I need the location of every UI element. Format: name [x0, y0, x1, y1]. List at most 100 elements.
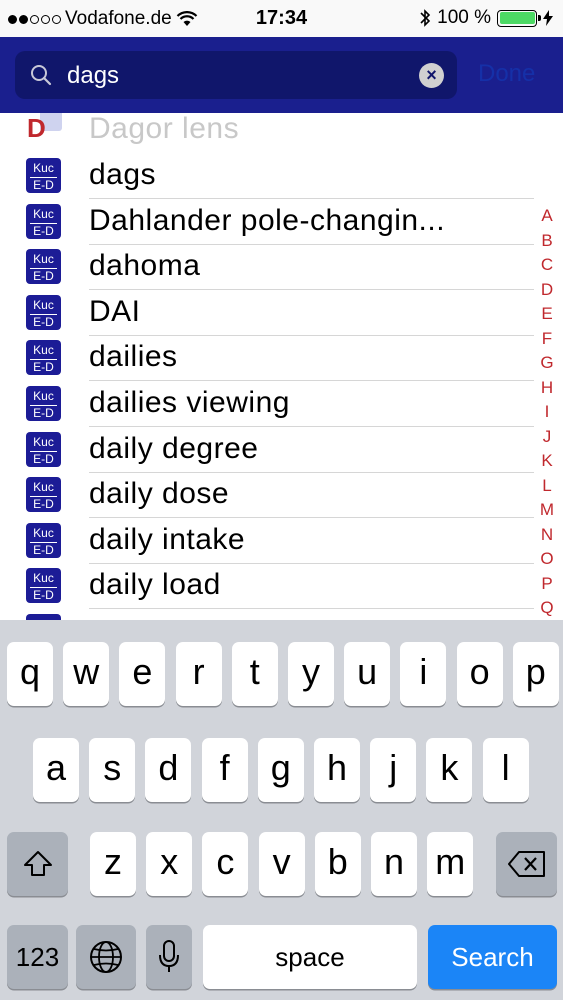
- index-letter[interactable]: N: [541, 523, 553, 548]
- index-letter[interactable]: L: [542, 474, 551, 499]
- search-input[interactable]: [65, 57, 409, 95]
- keyboard: 123 space Search qwertyuiop asdfghjkl zxcv…: [0, 620, 563, 1000]
- battery-icon: [497, 9, 541, 27]
- icon-top-text: Kuc: [33, 297, 54, 312]
- list-item[interactable]: [0, 609, 540, 620]
- key-u[interactable]: u: [344, 642, 391, 706]
- list-item[interactable]: Kuc E-D daily degree: [0, 427, 540, 473]
- bluetooth-icon: [420, 9, 431, 27]
- key-k[interactable]: k: [426, 738, 473, 802]
- dictionary-icon: Kuc E-D: [26, 294, 61, 330]
- battery-percent: 100 %: [437, 7, 491, 28]
- key-r[interactable]: r: [175, 642, 222, 706]
- list-item-label: dags: [89, 158, 157, 191]
- dictation-key[interactable]: [146, 925, 192, 989]
- key-b[interactable]: b: [314, 832, 361, 896]
- globe-key[interactable]: [76, 925, 136, 989]
- icon-bottom-text: E-D: [30, 268, 57, 283]
- key-j[interactable]: j: [370, 738, 417, 802]
- dictionary-icon: Kuc E-D: [26, 158, 61, 193]
- icon-bottom-text: E-D: [30, 222, 57, 238]
- list-item-label: daily load: [89, 568, 221, 602]
- space-key[interactable]: space: [203, 925, 417, 989]
- key-q[interactable]: q: [7, 642, 53, 706]
- key-i[interactable]: i: [400, 642, 447, 706]
- shift-key[interactable]: [7, 832, 68, 896]
- list-item[interactable]: Kuc E-D daily load: [0, 563, 540, 610]
- icon-top-text: Kuc: [33, 571, 54, 586]
- index-letter[interactable]: J: [543, 425, 552, 450]
- index-letter[interactable]: A: [541, 204, 552, 229]
- list-item-label: daily dose: [89, 477, 230, 511]
- list-item-label: daily degree: [89, 431, 259, 465]
- numbers-key[interactable]: 123: [7, 925, 68, 989]
- index-letter[interactable]: B: [541, 229, 552, 254]
- index-letter[interactable]: K: [541, 449, 552, 474]
- dictionary-icon: Kuc E-D: [26, 340, 61, 376]
- dictionary-icon: Kuc E-D: [26, 477, 61, 513]
- index-letter[interactable]: M: [540, 498, 554, 523]
- index-letter[interactable]: F: [542, 327, 552, 352]
- key-f[interactable]: f: [201, 738, 248, 802]
- key-a[interactable]: a: [33, 738, 79, 802]
- key-g[interactable]: g: [257, 738, 304, 802]
- key-y[interactable]: y: [288, 642, 334, 706]
- list-item[interactable]: Kuc E-D dags: [0, 153, 540, 199]
- key-c[interactable]: c: [202, 832, 249, 896]
- charging-icon: [543, 10, 553, 26]
- index-letter[interactable]: I: [545, 400, 550, 425]
- key-w[interactable]: w: [63, 642, 110, 706]
- clear-icon[interactable]: ×: [419, 63, 444, 88]
- list-item[interactable]: Kuc E-D dahoma: [0, 244, 540, 291]
- key-o[interactable]: o: [456, 642, 503, 706]
- index-letter[interactable]: P: [541, 572, 552, 597]
- key-t[interactable]: t: [231, 642, 278, 706]
- icon-top-text: Kuc: [33, 252, 54, 267]
- dictionary-icon: Kuc E-D: [26, 431, 61, 467]
- status-right: 100 %: [419, 7, 553, 29]
- icon-bottom-text: E-D: [30, 587, 57, 602]
- dictionary-icon: Kuc E-D: [26, 568, 61, 604]
- delete-key[interactable]: [496, 832, 557, 896]
- index-letter[interactable]: G: [540, 351, 553, 376]
- list-item[interactable]: Kuc E-D daily dose: [0, 472, 540, 519]
- list-item[interactable]: Kuc E-D DAI: [0, 290, 540, 336]
- key-n[interactable]: n: [371, 832, 417, 896]
- icon-top-text: Kuc: [33, 161, 54, 175]
- key-v[interactable]: v: [258, 832, 305, 896]
- index-letter[interactable]: Q: [540, 596, 553, 621]
- globe-icon: [90, 941, 122, 973]
- list-item[interactable]: Kuc E-D Dahlander pole-changin...: [0, 199, 540, 245]
- search-key[interactable]: Search: [428, 925, 557, 989]
- dictionary-icon: Kuc E-D: [26, 522, 61, 558]
- key-l[interactable]: l: [482, 738, 529, 802]
- list-item[interactable]: Kuc E-D dailies: [0, 335, 540, 382]
- icon-bottom-text: E-D: [30, 359, 57, 374]
- result-list[interactable]: D Dagor lens Kuc E-D dags Kuc E-D Dahlander p…: [0, 113, 563, 620]
- icon-bottom-text: E-D: [30, 313, 57, 329]
- list-item[interactable]: Kuc E-D daily intake: [0, 518, 540, 564]
- dictionary-icon: Kuc E-D: [26, 249, 61, 285]
- dictionary-icon: Kuc E-D: [26, 386, 61, 421]
- search-field[interactable]: ×: [15, 51, 457, 99]
- key-m[interactable]: m: [427, 832, 474, 896]
- dictionary-icon: Kuc E-D: [26, 203, 61, 239]
- key-s[interactable]: s: [89, 738, 136, 802]
- key-h[interactable]: h: [314, 738, 360, 802]
- key-p[interactable]: p: [512, 642, 559, 706]
- key-d[interactable]: d: [145, 738, 192, 802]
- index-letter[interactable]: D: [541, 278, 553, 303]
- done-button[interactable]: Done: [478, 60, 535, 88]
- index-letter[interactable]: O: [540, 547, 553, 572]
- index-letter[interactable]: E: [541, 302, 552, 327]
- key-x[interactable]: x: [146, 832, 193, 896]
- list-item-label: Dagor lens: [89, 113, 240, 145]
- section-letter: D: [27, 113, 46, 143]
- index-letter[interactable]: H: [541, 376, 553, 401]
- list-item[interactable]: D Dagor lens: [0, 113, 540, 153]
- key-e[interactable]: e: [119, 642, 166, 706]
- list-item[interactable]: Kuc E-D dailies viewing: [0, 381, 540, 427]
- index-letter[interactable]: C: [541, 253, 553, 278]
- key-z[interactable]: z: [90, 832, 136, 896]
- alphabet-index[interactable]: ABCDEFGHIJKLMNOPQ: [537, 204, 557, 621]
